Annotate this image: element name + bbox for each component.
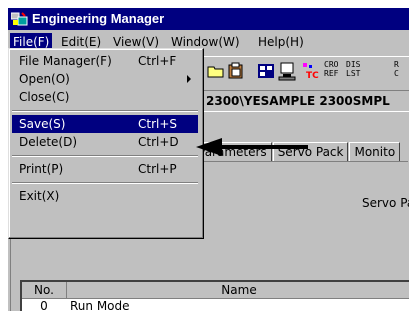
menu-separator bbox=[12, 155, 198, 157]
menu-item-label: Close(C) bbox=[19, 90, 70, 104]
menu-item-label: Delete(D) bbox=[19, 135, 78, 149]
file-menu: File Manager(F) Ctrl+F Open(O) Close(C) … bbox=[8, 48, 204, 239]
monitor-icon[interactable] bbox=[278, 61, 298, 81]
menu-item-label: File Manager(F) bbox=[19, 54, 112, 68]
menu-item-shortcut: Ctrl+S bbox=[138, 117, 178, 131]
title-bar[interactable]: Engineering Manager bbox=[8, 8, 409, 30]
menu-item-shortcut: Ctrl+F bbox=[138, 54, 177, 68]
menu-item-file-manager[interactable]: File Manager(F) Ctrl+F bbox=[12, 52, 198, 70]
column-header-name[interactable]: Name bbox=[67, 282, 409, 299]
menu-item-label: Exit(X) bbox=[19, 189, 60, 203]
menu-item-print[interactable]: Print(P) Ctrl+P bbox=[12, 160, 198, 178]
toolbar-extra-button[interactable]: RC bbox=[394, 60, 399, 78]
column-header-no[interactable]: No. bbox=[22, 282, 67, 299]
grid-icon[interactable] bbox=[256, 61, 276, 81]
menu-item-exit[interactable]: Exit(X) bbox=[12, 187, 198, 205]
menu-separator bbox=[12, 110, 198, 112]
project-path: 2300\YESAMPLE 2300SMPL bbox=[206, 94, 390, 108]
clipboard-icon[interactable] bbox=[226, 61, 246, 81]
menu-item-delete[interactable]: Delete(D) Ctrl+D bbox=[12, 133, 198, 151]
menu-item-label: Open(O) bbox=[19, 72, 70, 86]
parameter-table: No. Name 0 Run Mode bbox=[20, 280, 409, 311]
dis-lst-button[interactable]: DIS LST bbox=[346, 60, 360, 78]
open-folder-icon[interactable] bbox=[206, 61, 226, 81]
menu-item-open[interactable]: Open(O) bbox=[12, 70, 198, 88]
menu-item-close[interactable]: Close(C) bbox=[12, 88, 198, 106]
cro-ref-button[interactable]: CRO REF bbox=[324, 60, 338, 78]
app-icon bbox=[11, 12, 28, 26]
menu-item-label: Save(S) bbox=[19, 117, 66, 131]
menu-item-label: Print(P) bbox=[19, 162, 64, 176]
menu-separator bbox=[12, 182, 198, 184]
app-window: Engineering Manager File(F) Edit(E) View… bbox=[8, 8, 409, 311]
submenu-arrow-icon bbox=[187, 75, 191, 83]
menu-help[interactable]: Help(H) bbox=[255, 33, 307, 51]
tab-monitor[interactable]: Monito bbox=[349, 142, 401, 161]
svg-text:TC: TC bbox=[306, 71, 319, 81]
window-title: Engineering Manager bbox=[32, 11, 165, 26]
menu-item-save[interactable]: Save(S) Ctrl+S bbox=[12, 115, 198, 133]
menu-item-shortcut: Ctrl+D bbox=[138, 135, 179, 149]
table-cell-name[interactable]: Run Mode bbox=[70, 299, 370, 311]
pointer-arrow-icon bbox=[196, 138, 308, 156]
menu-item-shortcut: Ctrl+P bbox=[138, 162, 177, 176]
tc-icon[interactable]: TC bbox=[300, 61, 320, 81]
table-cell-no[interactable]: 0 bbox=[22, 299, 66, 311]
